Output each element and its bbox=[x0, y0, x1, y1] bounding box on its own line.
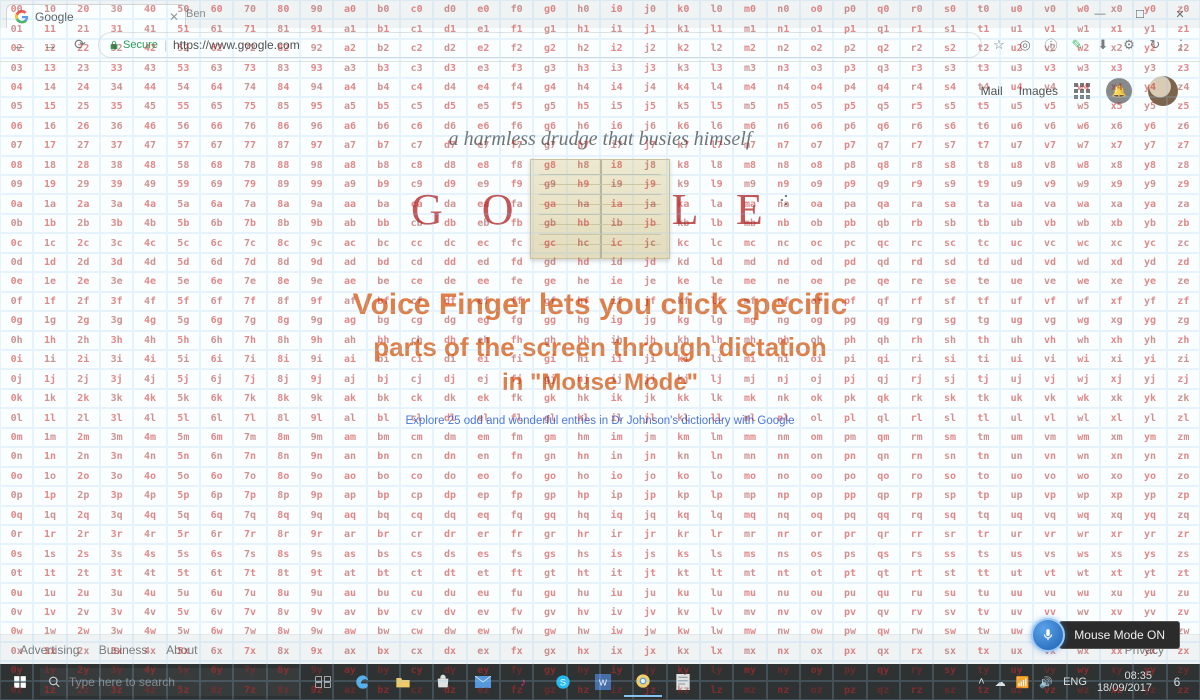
tray-onedrive-icon[interactable]: ☁ bbox=[995, 676, 1006, 689]
ext-icon-6[interactable]: ↻ bbox=[1144, 34, 1166, 56]
page-content: Mail Images 🔔 a harmless drudge that bus… bbox=[0, 62, 1200, 664]
voice-finger-status-label: Mouse Mode ON bbox=[1059, 621, 1180, 649]
profile-name: Ben bbox=[186, 8, 206, 20]
tray-language[interactable]: ENG bbox=[1063, 676, 1087, 688]
google-top-links: Mail Images 🔔 bbox=[981, 76, 1178, 106]
search-icon bbox=[48, 675, 61, 689]
apps-grid-icon[interactable] bbox=[1074, 83, 1090, 99]
notifications-icon[interactable]: 🔔 bbox=[1106, 78, 1132, 104]
overlay-headline-1: Voice Finger lets you click specific bbox=[240, 285, 960, 326]
images-link[interactable]: Images bbox=[1019, 84, 1058, 98]
taskbar-music-icon[interactable]: ♪ bbox=[504, 667, 542, 697]
taskbar-word-icon[interactable]: W bbox=[584, 667, 622, 697]
taskbar-search-input[interactable] bbox=[69, 675, 292, 689]
doodle-book-icon[interactable] bbox=[530, 159, 670, 259]
taskbar-notes-icon[interactable] bbox=[664, 667, 702, 697]
taskbar-store-icon[interactable] bbox=[424, 667, 462, 697]
tray-date: 18/09/2017 bbox=[1097, 682, 1152, 694]
window-controls: — ☐ ✕ bbox=[1080, 0, 1200, 28]
back-button[interactable]: ← bbox=[8, 33, 32, 57]
google-favicon bbox=[15, 10, 29, 24]
svg-text:S: S bbox=[560, 677, 566, 687]
footer-advertising-link[interactable]: Advertising bbox=[20, 643, 79, 657]
menu-icon[interactable]: ⋮ bbox=[1170, 34, 1192, 56]
forward-button[interactable]: → bbox=[38, 33, 62, 57]
mail-link[interactable]: Mail bbox=[981, 84, 1003, 98]
taskbar-chrome-icon[interactable] bbox=[624, 667, 662, 697]
tray-clock[interactable]: 08:35 18/09/2017 bbox=[1097, 670, 1152, 694]
tab-close-icon[interactable]: ✕ bbox=[169, 10, 179, 24]
window-minimize-button[interactable]: — bbox=[1080, 0, 1120, 28]
account-avatar[interactable] bbox=[1148, 76, 1178, 106]
taskbar-skype-icon[interactable]: S bbox=[544, 667, 582, 697]
google-footer: Advertising Business About Privacy bbox=[0, 634, 1200, 664]
secure-label: Secure bbox=[123, 39, 158, 51]
doodle-explore-link[interactable]: Explore 25 odd and wonderful entries in … bbox=[0, 415, 1200, 427]
overlay-headline-2: parts of the screen through dictation bbox=[240, 330, 960, 365]
extension-icons: ☆ ◎ ⓘ ✎ ⬇ ⚙ ↻ ⋮ bbox=[988, 34, 1192, 56]
browser-tab[interactable]: Google ✕ bbox=[6, 4, 186, 28]
taskbar-search[interactable] bbox=[40, 668, 300, 696]
windows-taskbar: ♪ S W ˄ ☁ 📶 🔊 ENG 08:35 18/09/2017 6 bbox=[0, 664, 1200, 700]
footer-business-link[interactable]: Business bbox=[99, 643, 148, 657]
action-center-icon[interactable]: 6 bbox=[1162, 672, 1192, 692]
url-input[interactable] bbox=[173, 38, 971, 52]
google-doodle: a harmless drudge that busies himself G … bbox=[0, 62, 1200, 427]
ext-icon-5[interactable]: ⚙ bbox=[1118, 34, 1140, 56]
taskbar-pinned-apps: ♪ S W bbox=[304, 667, 702, 697]
task-view-button[interactable] bbox=[304, 667, 342, 697]
overlay-headline-3: in "Mouse Mode" bbox=[0, 369, 1200, 397]
tab-title: Google bbox=[35, 10, 74, 24]
ext-icon-2[interactable]: ⓘ bbox=[1040, 34, 1062, 56]
system-tray: ˄ ☁ 📶 🔊 ENG 08:35 18/09/2017 6 bbox=[978, 670, 1200, 694]
address-bar[interactable]: Secure | bbox=[98, 32, 982, 58]
doodle-letters-right[interactable]: L E bbox=[672, 184, 777, 235]
taskbar-explorer-icon[interactable] bbox=[384, 667, 422, 697]
doodle-letters-left[interactable]: G O bbox=[411, 184, 528, 235]
ext-evernote-icon[interactable]: ✎ bbox=[1066, 34, 1088, 56]
doodle-caption: a harmless drudge that busies himself bbox=[0, 128, 1200, 151]
ext-icon-4[interactable]: ⬇ bbox=[1092, 34, 1114, 56]
tray-chevron-up-icon[interactable]: ˄ bbox=[978, 676, 984, 688]
svg-text:W: W bbox=[599, 677, 608, 687]
share-icon[interactable]: ⠪ bbox=[779, 193, 789, 210]
lock-icon bbox=[109, 40, 119, 50]
start-button[interactable] bbox=[0, 675, 40, 689]
browser-titlebar: Google ✕ Ben — ☐ ✕ bbox=[0, 0, 1200, 28]
voice-finger-status-bar[interactable]: Mouse Mode ON bbox=[1031, 620, 1180, 650]
footer-about-link[interactable]: About bbox=[166, 643, 197, 657]
taskbar-edge-icon[interactable] bbox=[344, 667, 382, 697]
star-icon[interactable]: ☆ bbox=[988, 34, 1010, 56]
tray-volume-icon[interactable]: 🔊 bbox=[1039, 676, 1053, 689]
window-close-button[interactable]: ✕ bbox=[1160, 0, 1200, 28]
reload-button[interactable]: ⟳ bbox=[68, 33, 92, 57]
secure-badge: Secure bbox=[109, 39, 158, 51]
taskbar-mail-icon[interactable] bbox=[464, 667, 502, 697]
browser-toolbar: ← → ⟳ Secure | ☆ ◎ ⓘ ✎ ⬇ ⚙ ↻ ⋮ bbox=[0, 28, 1200, 62]
window-maximize-button[interactable]: ☐ bbox=[1120, 0, 1160, 28]
ext-icon-1[interactable]: ◎ bbox=[1014, 34, 1036, 56]
tray-wifi-icon[interactable]: 📶 bbox=[1016, 676, 1030, 689]
tray-time: 08:35 bbox=[1097, 670, 1152, 682]
